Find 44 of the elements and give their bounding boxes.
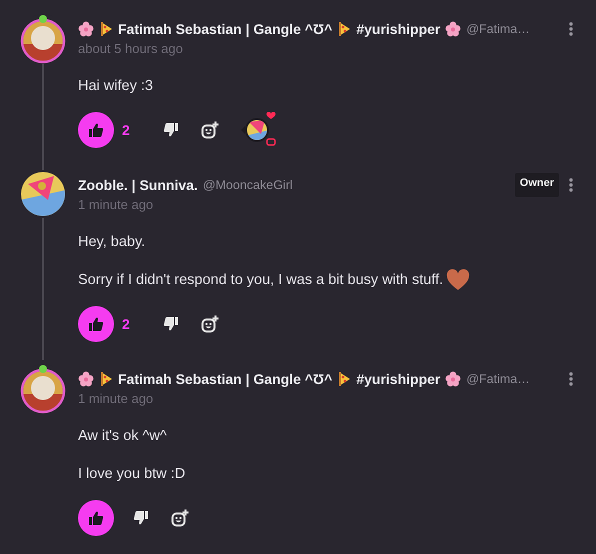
timestamp: 1 minute ago (78, 390, 154, 408)
author-name: Fatimah Sebastian | Gangle ^Ʊ^ (118, 371, 332, 387)
thumbs-down-icon[interactable] (162, 316, 179, 332)
author-tag: #yurishipper (356, 21, 440, 37)
comment-text: Sorry if I didn't respond to you, I was a bit busy with stuff. (78, 271, 444, 290)
pizza-icon (337, 371, 352, 387)
flower-icon (78, 21, 94, 37)
pizza-icon (99, 371, 113, 387)
author-handle: @Fatima… (466, 372, 530, 386)
author-tag: #yurishipper (356, 371, 440, 387)
comment-text: Hey, baby. (78, 233, 146, 252)
heart-icon (446, 269, 470, 291)
like-button[interactable] (78, 306, 114, 342)
flower-icon (445, 21, 462, 37)
owner-badge: Owner (514, 173, 559, 197)
flower-icon (445, 371, 462, 387)
author-handle: @Fatima… (466, 22, 530, 36)
more-options-icon[interactable] (568, 371, 574, 387)
thumbs-up-icon (88, 122, 104, 138)
pizza-icon (99, 21, 113, 37)
author-name: Fatimah Sebastian | Gangle ^Ʊ^ (118, 21, 332, 37)
add-reaction-icon[interactable] (200, 315, 219, 333)
like-button[interactable] (78, 112, 114, 148)
flower-icon (78, 371, 94, 387)
thumbs-down-icon[interactable] (162, 122, 179, 138)
like-count: 2 (122, 122, 130, 138)
timestamp: about 5 hours ago (78, 40, 184, 58)
pizza-icon (337, 21, 352, 37)
comment-text: Aw it's ok ^w^ (78, 427, 167, 446)
timestamp: 1 minute ago (78, 196, 154, 214)
like-count: 2 (122, 316, 130, 332)
more-options-icon[interactable] (568, 21, 574, 37)
author-handle: @MooncakeGirl (202, 178, 293, 192)
creator-heart-icon (240, 112, 277, 148)
thumbs-down-icon[interactable] (133, 510, 149, 526)
author-name: Zooble. | Sunniva. (78, 177, 198, 193)
thumbs-up-icon (88, 316, 104, 332)
add-reaction-icon[interactable] (200, 121, 219, 139)
thumbs-up-icon (88, 510, 104, 526)
like-button[interactable] (78, 500, 114, 536)
add-reaction-icon[interactable] (171, 509, 189, 527)
comment-text: Hai wifey :3 (78, 77, 153, 96)
more-options-icon[interactable] (568, 177, 574, 193)
comment-text: I love you btw :D (78, 465, 186, 484)
